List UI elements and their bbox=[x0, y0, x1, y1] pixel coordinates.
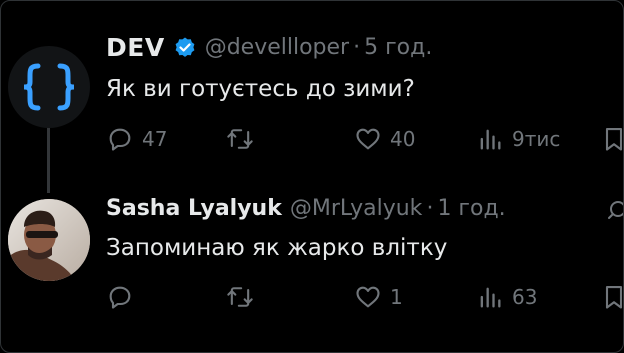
tweet-header: DEV @devellloper · 5 год. bbox=[106, 33, 432, 62]
heart-icon bbox=[356, 286, 380, 308]
thread-connector-line bbox=[47, 121, 50, 193]
tweet-text: Запоминаю як жарко влітку bbox=[106, 235, 448, 261]
timestamp[interactable]: 1 год. bbox=[437, 196, 505, 221]
reply-button[interactable]: 47 bbox=[106, 125, 167, 153]
author-handle[interactable]: @devellloper bbox=[205, 35, 349, 60]
reply-count: 47 bbox=[142, 127, 168, 151]
bookmark-icon bbox=[605, 128, 623, 151]
separator-dot: · bbox=[426, 196, 434, 221]
bookmark-button[interactable] bbox=[600, 283, 623, 311]
heart-icon bbox=[356, 128, 380, 150]
views-count: 63 bbox=[512, 285, 538, 309]
avatar-sasha-lyalyuk[interactable] bbox=[8, 199, 90, 281]
like-count: 1 bbox=[390, 285, 403, 309]
like-count: 40 bbox=[390, 127, 416, 151]
author-name[interactable]: DEV bbox=[106, 33, 165, 62]
bookmark-icon bbox=[605, 286, 623, 309]
repost-button[interactable] bbox=[226, 125, 262, 153]
repost-icon bbox=[227, 129, 253, 149]
tweet-thread: DEV @devellloper · 5 год. Як ви готуєтес… bbox=[0, 0, 624, 353]
repost-icon bbox=[227, 287, 253, 307]
tweet-actions: 47 40 9тис bbox=[106, 125, 623, 155]
author-handle[interactable]: @MrLyalyuk bbox=[290, 196, 423, 221]
grok-icon[interactable] bbox=[607, 198, 624, 220]
reply-icon bbox=[109, 128, 131, 151]
reply-button[interactable] bbox=[106, 283, 142, 311]
views-chart-icon bbox=[480, 287, 501, 308]
views-count: 9тис bbox=[512, 127, 561, 151]
views-button[interactable]: 9тис bbox=[476, 125, 560, 153]
views-chart-icon bbox=[480, 129, 501, 150]
author-name[interactable]: Sasha Lyalyuk bbox=[106, 196, 282, 221]
like-button[interactable]: 40 bbox=[354, 125, 415, 153]
reply-icon bbox=[109, 286, 131, 309]
like-button[interactable]: 1 bbox=[354, 283, 403, 311]
avatar-dev[interactable] bbox=[8, 46, 90, 128]
bookmark-button[interactable] bbox=[600, 125, 623, 153]
separator-dot: · bbox=[353, 35, 361, 60]
views-button[interactable]: 63 bbox=[476, 283, 537, 311]
repost-button[interactable] bbox=[226, 283, 262, 311]
curly-braces-icon bbox=[23, 63, 75, 111]
tweet-header: Sasha Lyalyuk @MrLyalyuk · 1 год. bbox=[106, 196, 506, 221]
timestamp[interactable]: 5 год. bbox=[364, 35, 432, 60]
profile-photo-image bbox=[8, 199, 90, 281]
tweet-text: Як ви готуєтесь до зими? bbox=[106, 76, 415, 102]
tweet-actions: 1 63 bbox=[106, 283, 623, 313]
verified-badge-icon bbox=[173, 36, 197, 60]
